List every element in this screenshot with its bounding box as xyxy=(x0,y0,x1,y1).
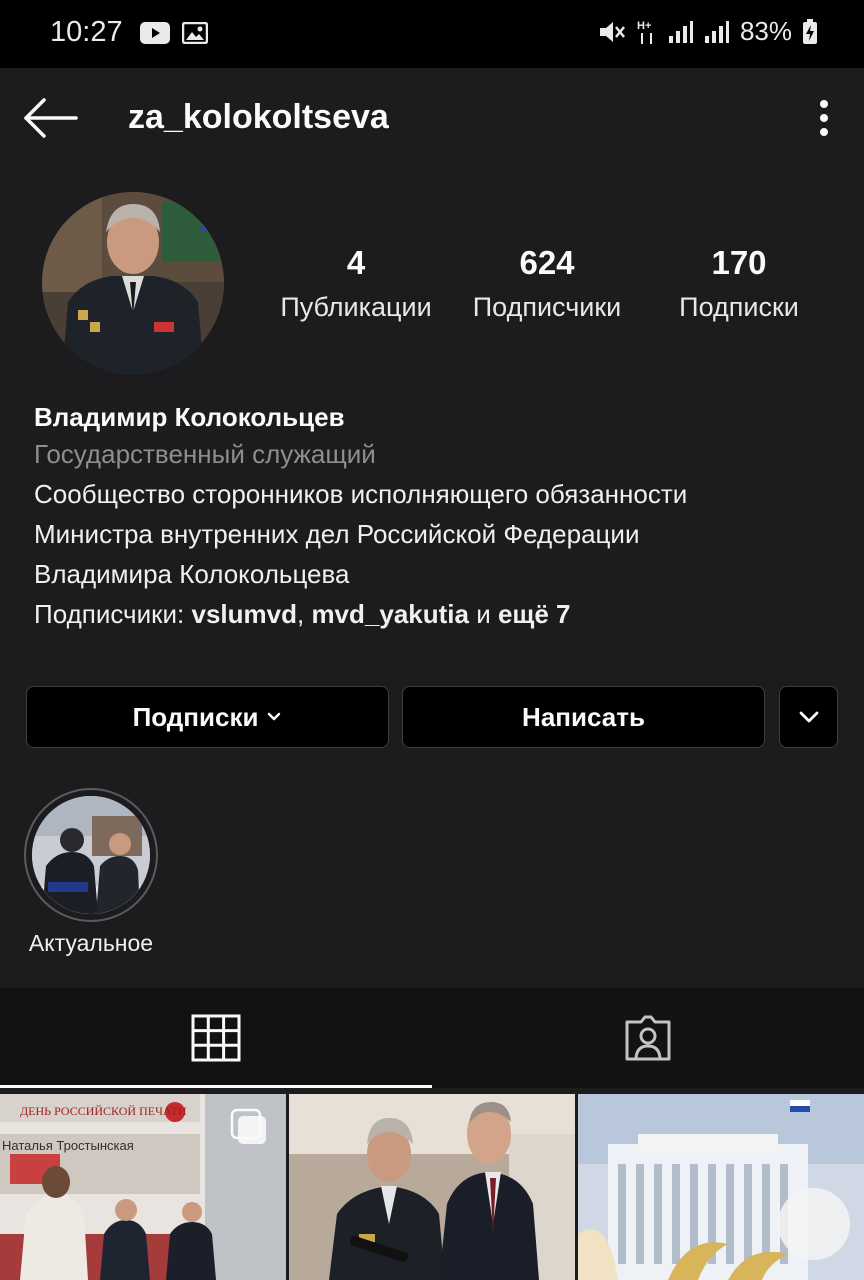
highlight-label: Актуальное xyxy=(28,930,154,956)
followed-by-separator: , xyxy=(296,599,312,629)
highlight-cover xyxy=(32,796,150,914)
posts-grid: ДЕНЬ РОССИЙСКОЙ ПЕЧАТИ Наталья Тростынск… xyxy=(0,1094,864,1280)
status-right: H+ 83% xyxy=(598,16,818,47)
mute-icon xyxy=(599,21,625,42)
message-button-label: Написать xyxy=(522,701,645,732)
tab-grid[interactable] xyxy=(0,988,432,1088)
post-thumbnail[interactable] xyxy=(578,1094,864,1280)
grid-icon xyxy=(191,1014,241,1062)
followers-label: Подписчики xyxy=(472,292,622,322)
profile-header: za_kolokoltseva xyxy=(0,68,864,168)
profile-avatar[interactable] xyxy=(42,192,224,374)
battery-percent: 83% xyxy=(739,16,792,46)
story-highlight[interactable] xyxy=(24,788,158,922)
followed-by[interactable]: Подписчики: vslumvd, mvd_yakutia и ещё 7 xyxy=(34,594,834,634)
profile-username: za_kolokoltseva xyxy=(128,98,389,136)
profile-category: Государственный служащий xyxy=(34,439,376,469)
followed-by-user[interactable]: mvd_yakutia xyxy=(311,599,469,629)
profile-tabs xyxy=(0,988,864,1088)
followed-by-user[interactable]: vslumvd xyxy=(191,599,297,629)
posts-count: 4 xyxy=(346,244,366,281)
profile-full-name: Владимир Колокольцев xyxy=(34,402,345,432)
followed-by-and: и xyxy=(468,599,498,629)
post-image xyxy=(578,1094,864,1280)
following-button[interactable]: Подписки xyxy=(26,686,389,748)
svg-text:H+: H+ xyxy=(637,20,651,32)
post-overlay-title: ДЕНЬ РОССИЙСКОЙ ПЕЧАТИ xyxy=(20,1104,187,1118)
active-tab-indicator xyxy=(0,1085,432,1088)
stat-posts[interactable]: 4 Публикации xyxy=(272,244,440,323)
followed-by-more[interactable]: ещё 7 xyxy=(498,599,571,629)
youtube-icon xyxy=(140,22,170,44)
arrow-left-icon[interactable] xyxy=(22,96,78,140)
post-overlay-subtitle: Наталья Тростынская xyxy=(2,1138,134,1153)
bio-line: Владимира Колокольцева xyxy=(34,559,350,589)
more-vertical-icon[interactable] xyxy=(812,96,836,140)
followed-by-prefix: Подписчики: xyxy=(34,599,192,629)
following-button-label: Подписки xyxy=(132,701,259,732)
stat-followers[interactable]: 624 Подписчики xyxy=(462,244,632,323)
following-label: Подписки xyxy=(679,292,799,322)
chevron-down-icon xyxy=(268,712,281,721)
tagged-person-icon xyxy=(625,1015,671,1061)
followers-count: 624 xyxy=(519,244,575,281)
signal-icon xyxy=(668,20,693,43)
status-bar: 10:27 H+ 83% xyxy=(0,0,864,68)
avatar-photo xyxy=(42,192,224,374)
message-button[interactable]: Написать xyxy=(402,686,765,748)
stat-following[interactable]: 170 Подписки xyxy=(670,244,808,323)
network-h-plus-icon: H+ xyxy=(637,20,652,44)
bio-line: Министра внутренних дел Российской Федер… xyxy=(34,519,640,549)
profile-bio: Владимир Колокольцев Государственный слу… xyxy=(34,400,834,634)
suggested-accounts-button[interactable] xyxy=(779,686,838,748)
tab-tagged[interactable] xyxy=(432,988,864,1088)
status-notification-icons xyxy=(140,22,208,44)
post-thumbnail[interactable]: ДЕНЬ РОССИЙСКОЙ ПЕЧАТИ Наталья Тростынск… xyxy=(0,1094,286,1280)
status-time: 10:27 xyxy=(50,16,123,48)
chevron-down-icon xyxy=(799,711,818,723)
signal-icon xyxy=(704,20,729,43)
posts-label: Публикации xyxy=(280,292,432,322)
post-image xyxy=(0,1094,286,1280)
highlight-cover-image xyxy=(32,796,150,914)
following-count: 170 xyxy=(711,244,767,281)
post-image xyxy=(289,1094,575,1280)
gallery-icon xyxy=(182,22,208,44)
bio-line: Сообщество сторонников исполняющего обяз… xyxy=(34,479,688,509)
battery-charging-icon xyxy=(803,18,817,44)
post-thumbnail[interactable] xyxy=(289,1094,575,1280)
